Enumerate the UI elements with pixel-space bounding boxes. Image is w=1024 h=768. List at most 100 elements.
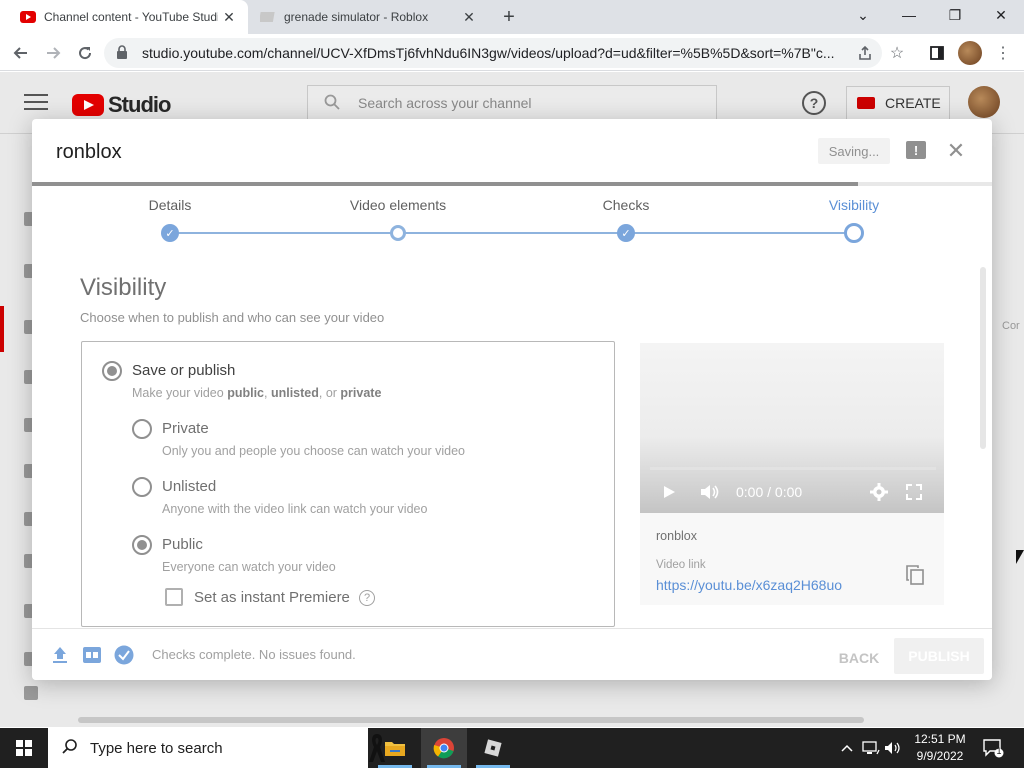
dialog-title: ronblox — [56, 141, 122, 163]
notification-count: 1 — [996, 746, 1002, 756]
menu-hamburger-icon[interactable] — [24, 94, 48, 112]
youtube-play-icon — [72, 94, 104, 116]
upload-icon — [50, 645, 70, 665]
step-check-icon: ✓ — [161, 224, 179, 242]
chrome-app[interactable] — [421, 728, 467, 768]
minimize-button[interactable]: — — [886, 0, 932, 30]
video-link-label: Video link — [656, 559, 706, 571]
video-name: ronblox — [656, 529, 697, 543]
private-radio[interactable] — [132, 419, 152, 439]
notification-center-icon[interactable]: 1 — [982, 738, 1004, 758]
save-publish-panel: Save or publish Make your video public, … — [81, 341, 615, 627]
taskbar-search-box[interactable]: Type here to search — [48, 728, 385, 768]
search-icon — [324, 94, 340, 113]
back-button[interactable]: BACK — [828, 641, 890, 675]
fullscreen-icon[interactable] — [906, 483, 922, 501]
video-link[interactable]: https://youtu.be/x6zaq2H68uo — [656, 577, 842, 593]
video-preview-player[interactable]: 0:00 / 0:00 — [640, 343, 944, 513]
publish-button[interactable]: PUBLISH — [894, 638, 984, 674]
step-checks[interactable]: Checks ✓ — [546, 197, 706, 242]
rail-active-indicator — [0, 306, 4, 352]
search-icon — [62, 738, 78, 759]
upload-progress-bar — [32, 182, 992, 186]
upload-dialog: ronblox Saving... ! ✕ Details ✓ Video el… — [32, 119, 992, 680]
dialog-footer: Checks complete. No issues found. BACK P… — [32, 628, 992, 680]
tab-roblox[interactable]: grenade simulator - Roblox ✕ — [250, 0, 488, 34]
help-icon[interactable]: ? — [802, 91, 826, 115]
network-icon[interactable] — [860, 728, 882, 768]
private-label: Private — [162, 420, 209, 437]
url-text: studio.youtube.com/channel/UCV-XfDmsTj6f… — [142, 45, 835, 61]
taskbar-search-placeholder: Type here to search — [90, 739, 223, 757]
step-label: Details — [148, 197, 192, 213]
profile-avatar[interactable] — [958, 41, 982, 65]
share-icon[interactable] — [852, 40, 878, 66]
tab-search-button[interactable]: ⌄ — [840, 0, 886, 30]
tab-close-icon[interactable]: ✕ — [218, 6, 240, 28]
save-publish-label: Save or publish — [132, 362, 236, 379]
roblox-app[interactable] — [470, 728, 516, 768]
close-window-button[interactable]: ✕ — [978, 0, 1024, 30]
upload-progress-fill — [32, 182, 858, 186]
instant-premiere-label: Set as instant Premiere — [194, 589, 350, 606]
public-radio[interactable] — [132, 535, 152, 555]
settings-gear-icon[interactable] — [870, 483, 888, 501]
taskbar-clock[interactable]: 12:51 PM 9/9/2022 — [900, 731, 980, 765]
create-label: CREATE — [885, 95, 941, 111]
video-time: 0:00 / 0:00 — [736, 484, 803, 500]
search-placeholder: Search across your channel — [358, 95, 532, 111]
clock-time: 12:51 PM — [914, 732, 966, 746]
step-current-dot — [844, 223, 864, 243]
step-label: Video elements — [349, 197, 447, 213]
stepper-line — [170, 232, 854, 234]
bookmark-star-icon[interactable]: ☆ — [884, 40, 910, 66]
menu-kebab-icon[interactable]: ⋮ — [990, 40, 1016, 66]
public-desc: Everyone can watch your video — [162, 560, 336, 574]
tab-close-icon[interactable]: ✕ — [458, 6, 480, 28]
new-tab-button[interactable]: + — [498, 6, 520, 28]
channel-search-input[interactable]: Search across your channel — [307, 85, 717, 121]
dialog-scrollbar[interactable] — [980, 267, 986, 449]
back-arrow-icon[interactable] — [8, 40, 34, 66]
start-button[interactable] — [0, 728, 48, 768]
create-button[interactable]: CREATE — [846, 86, 950, 120]
unlisted-desc: Anyone with the video link can watch you… — [162, 502, 428, 516]
video-info-panel: ronblox Video link https://youtu.be/x6za… — [640, 513, 944, 605]
step-details[interactable]: Details ✓ — [90, 197, 250, 242]
play-icon[interactable] — [662, 483, 676, 501]
feedback-alert-icon[interactable]: ! — [906, 141, 926, 159]
hd-processing-icon — [82, 645, 102, 665]
browser-tab-strip: Channel content - YouTube Studio ✕ grena… — [0, 0, 1024, 34]
show-hidden-icons-chevron-icon[interactable] — [836, 728, 858, 768]
channel-avatar[interactable] — [968, 86, 1000, 118]
reload-icon[interactable] — [72, 40, 98, 66]
file-explorer-app[interactable] — [372, 728, 418, 768]
youtube-studio-logo[interactable]: Studio — [72, 92, 171, 118]
step-visibility[interactable]: Visibility — [774, 197, 934, 243]
copy-icon[interactable] — [906, 565, 924, 585]
step-label: Checks — [602, 197, 650, 213]
tab-title: grenade simulator - Roblox — [284, 10, 429, 24]
step-video-elements[interactable]: Video elements — [318, 197, 478, 241]
save-publish-radio[interactable] — [102, 361, 122, 381]
roblox-favicon-icon — [260, 9, 276, 25]
video-seek-bar[interactable] — [650, 467, 936, 470]
premiere-help-icon[interactable]: ? — [359, 590, 375, 606]
side-panel-icon[interactable] — [924, 40, 950, 66]
instant-premiere-checkbox[interactable] — [165, 588, 183, 606]
address-bar[interactable]: studio.youtube.com/channel/UCV-XfDmsTj6f… — [104, 38, 882, 68]
horizontal-scrollbar[interactable] — [78, 717, 864, 723]
feedback-icon[interactable] — [24, 686, 38, 700]
restore-button[interactable]: ❐ — [932, 0, 978, 30]
tab-youtube-studio[interactable]: Channel content - YouTube Studio ✕ — [0, 0, 248, 34]
volume-icon[interactable] — [700, 483, 720, 501]
close-dialog-button[interactable]: ✕ — [946, 138, 966, 163]
step-open-dot — [390, 225, 406, 241]
checks-complete-icon — [114, 645, 134, 665]
step-label: Visibility — [828, 197, 880, 213]
video-camera-icon — [857, 97, 875, 109]
unlisted-radio[interactable] — [132, 477, 152, 497]
forward-arrow-icon[interactable] — [40, 40, 66, 66]
checks-status-text: Checks complete. No issues found. — [152, 647, 356, 662]
saving-button[interactable]: Saving... — [818, 138, 890, 164]
